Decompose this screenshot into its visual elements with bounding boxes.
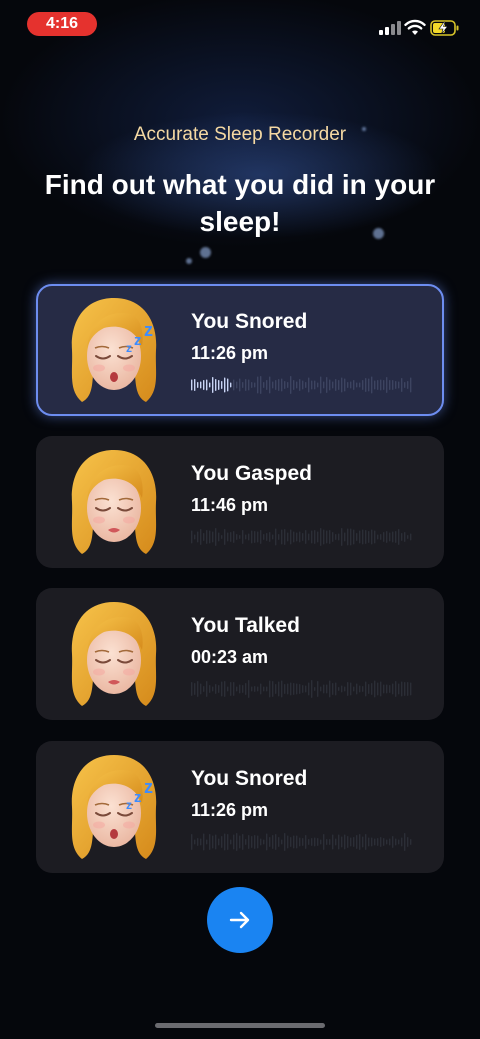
event-time: 00:23 am: [191, 647, 269, 667]
event-time: 11:26 pm: [191, 800, 269, 820]
next-button[interactable]: [207, 887, 273, 953]
snoring-woman-avatar-icon: [70, 297, 158, 403]
audio-waveform: [191, 680, 412, 698]
sleep-event-card-talked[interactable]: You Talked 00:23 am: [36, 588, 444, 720]
status-bar: 4:16: [0, 0, 480, 48]
sleeping-woman-avatar-icon: [70, 449, 158, 555]
event-time: 11:26 pm: [191, 343, 269, 363]
header-background-glow: [0, 0, 480, 330]
sleep-event-card-snored[interactable]: You Snored 11:26 pm: [36, 741, 444, 873]
audio-waveform: [191, 528, 412, 546]
event-title: You Snored: [191, 310, 308, 333]
sleeping-woman-avatar-icon: [70, 601, 158, 707]
sparkle: [186, 258, 192, 264]
sparkle: [200, 247, 211, 258]
status-time: 4:16: [27, 12, 97, 36]
sleep-event-card-gasped[interactable]: You Gasped 11:46 pm: [36, 436, 444, 568]
wifi-icon: [404, 19, 426, 35]
sleep-event-card-snored[interactable]: You Snored 11:26 pm: [36, 284, 444, 416]
event-title: You Snored: [191, 767, 308, 790]
audio-waveform: [191, 833, 412, 851]
event-time: 11:46 pm: [191, 495, 269, 515]
event-title: You Gasped: [191, 462, 312, 485]
home-indicator: [155, 1023, 325, 1028]
battery-charging-icon: [430, 20, 459, 36]
event-title: You Talked: [191, 614, 300, 637]
arrow-right-icon: [229, 911, 250, 929]
snoring-woman-avatar-icon: [70, 754, 158, 860]
audio-waveform: [191, 376, 412, 394]
app-subtitle: Accurate Sleep Recorder: [133, 124, 347, 145]
page-title: Find out what you did in your sleep!: [44, 169, 436, 237]
cellular-signal-icon: [379, 21, 401, 35]
